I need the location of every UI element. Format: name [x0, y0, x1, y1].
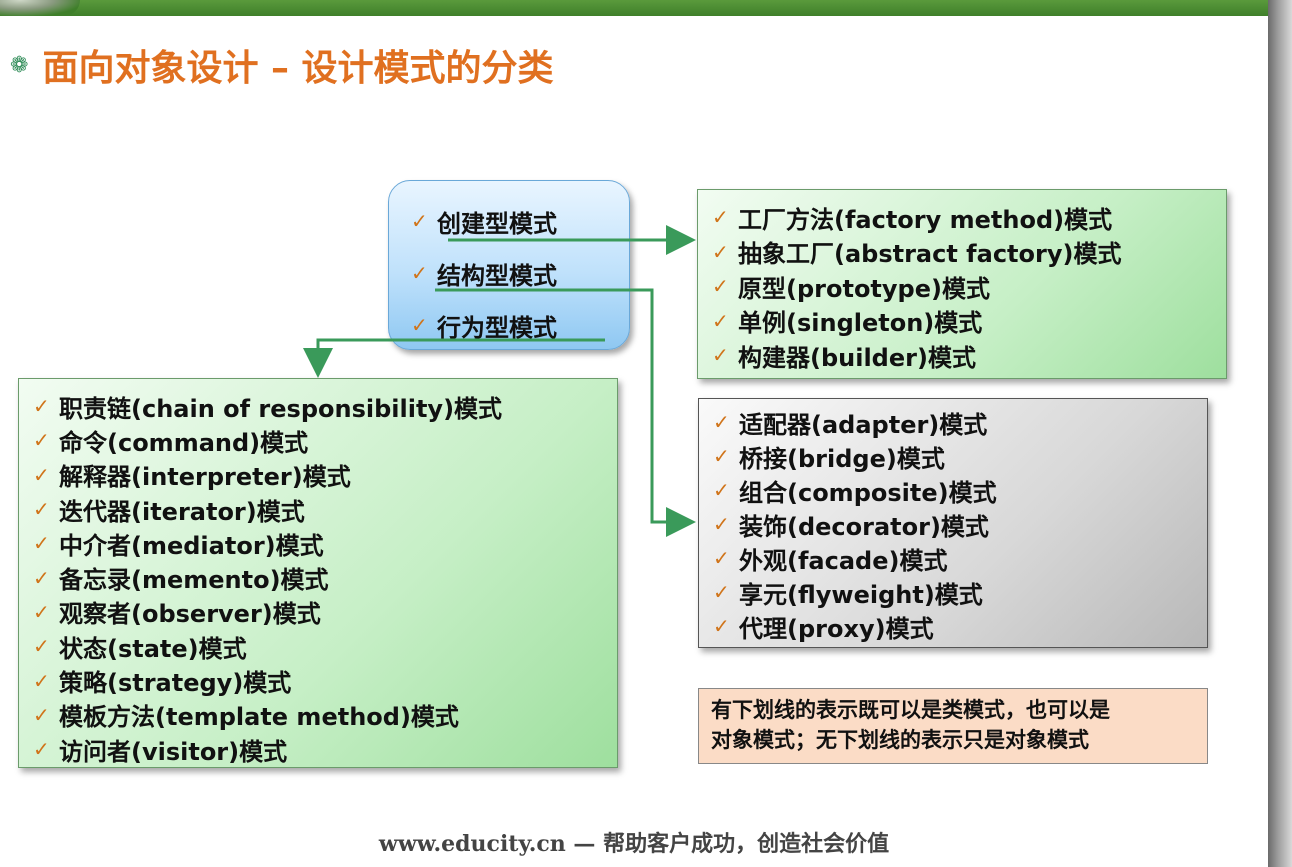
arrow-to-behavioral [303, 338, 605, 378]
window-edge [1268, 0, 1292, 867]
note-line: 对象模式；无下划线的表示只是对象模式 [711, 728, 1089, 752]
footer-text: www.educity.cn — 帮助客户成功，创造社会价值 [378, 831, 890, 857]
note-box: 有下划线的表示既可以是类模式，也可以是 对象模式；无下划线的表示只是对象模式 [698, 688, 1208, 764]
arrow-to-structural [435, 288, 696, 537]
note-line: 有下划线的表示既可以是类模式，也可以是 [711, 698, 1110, 722]
